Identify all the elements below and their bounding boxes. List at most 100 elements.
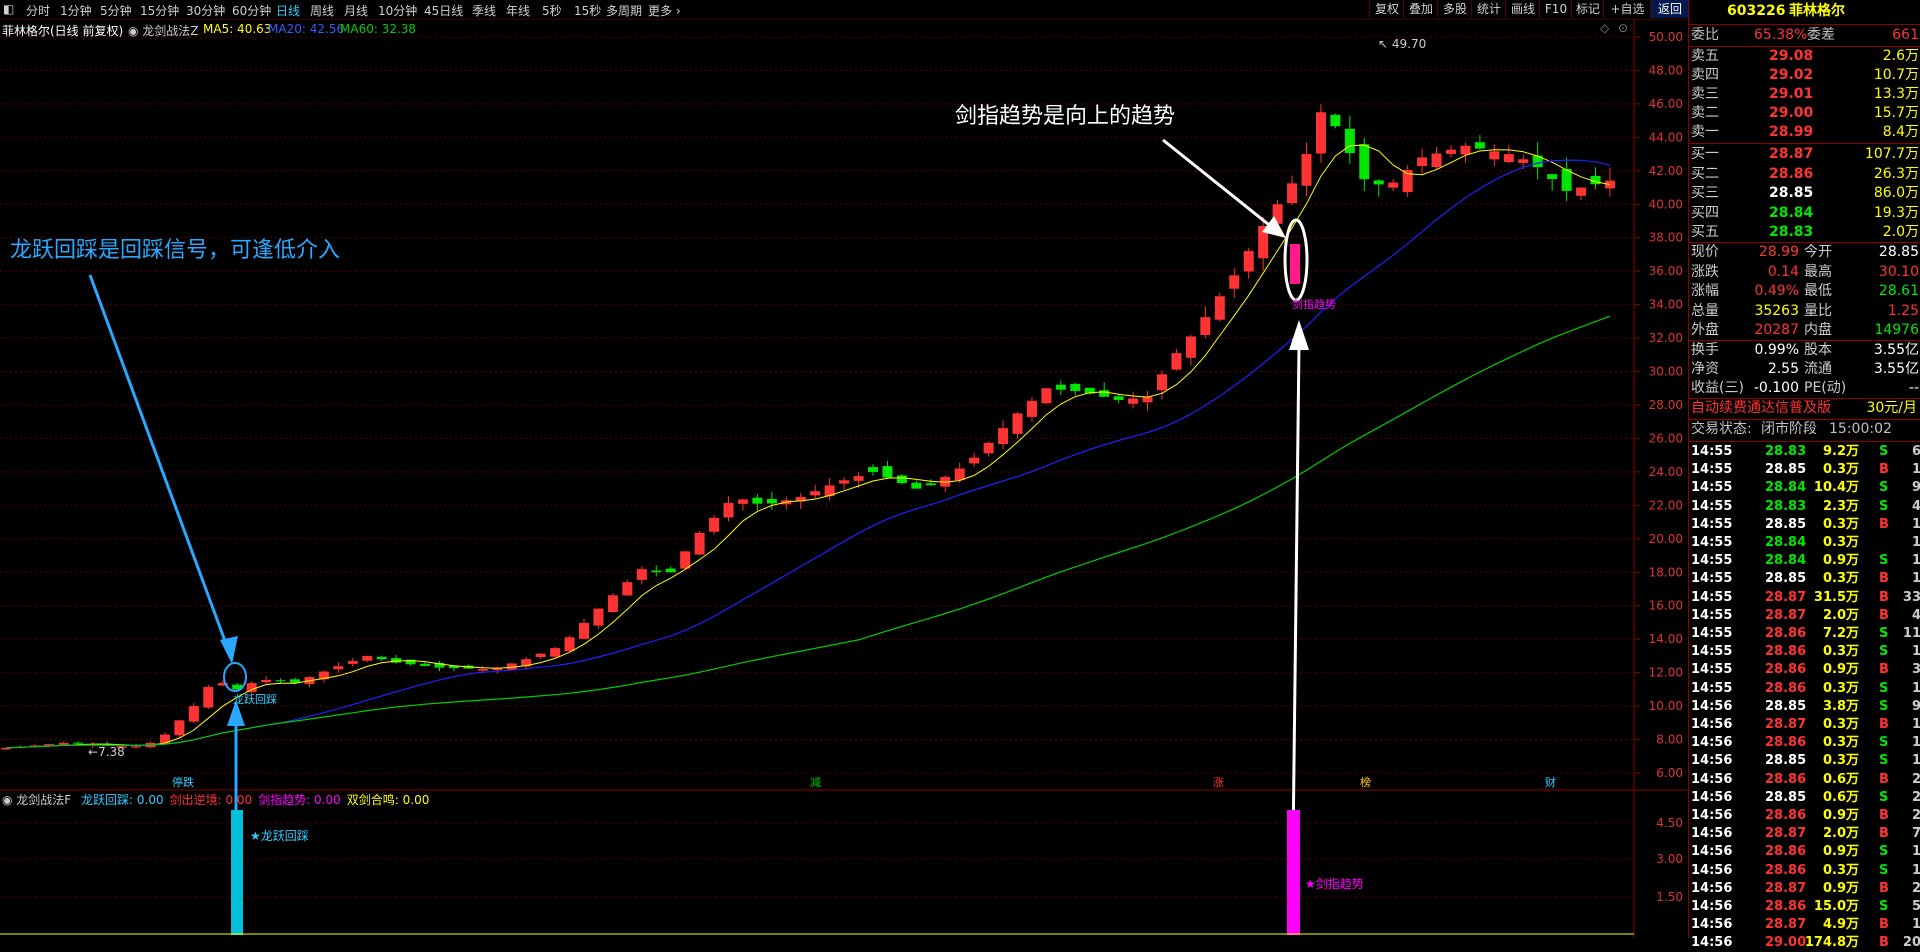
trade-count: 20 (1902, 935, 1920, 951)
trade-row[interactable]: 14:55 28.84 10.4万 S 9 (1689, 479, 1920, 497)
trade-time: 14:55 (1691, 462, 1733, 478)
trade-row[interactable]: 14:56 28.86 0.3万 S 1 (1689, 862, 1920, 880)
y-tick-label: 6.00 (1656, 766, 1683, 780)
trade-row[interactable]: 14:55 28.84 0.3万 1 (1689, 534, 1920, 552)
period-tab-12[interactable]: 年线 (506, 2, 530, 19)
event-marker-1[interactable]: 减 (810, 774, 821, 790)
corner-settings-icon[interactable]: ⊙ (1618, 21, 1628, 35)
trade-side: S (1879, 899, 1889, 914)
candle-body (868, 467, 878, 472)
quote-label: 卖三 (1691, 86, 1719, 102)
trade-side: S (1879, 735, 1889, 751)
period-tab-9[interactable]: 10分钟 (378, 2, 417, 19)
sub-indicator-name[interactable]: 龙剑战法F (16, 793, 71, 807)
trade-side: S (1879, 444, 1889, 459)
trade-time: 14:56 (1691, 735, 1733, 751)
period-tab-11[interactable]: 季线 (472, 2, 496, 19)
stat-label: 量比 (1804, 302, 1832, 319)
event-marker-0[interactable]: 停跌 (172, 774, 194, 790)
trade-row[interactable]: 14:55 28.85 0.3万 B 1 (1689, 461, 1920, 479)
period-tab-4[interactable]: 30分钟 (186, 2, 225, 19)
stat-row-4: 外盘 20287 内盘 14976 (1689, 321, 1920, 340)
trade-time: 14:56 (1691, 899, 1733, 914)
trade-row[interactable]: 14:56 28.87 0.3万 B 1 (1689, 716, 1920, 734)
trade-row[interactable]: 14:56 28.85 0.6万 S 2 (1689, 789, 1920, 807)
toolbar-button-6[interactable]: 标记 (1571, 0, 1604, 18)
trade-row[interactable]: 14:55 28.86 0.3万 S 1 (1689, 680, 1920, 698)
trade-row[interactable]: 14:55 28.85 0.3万 B 1 (1689, 516, 1920, 534)
period-tab-13[interactable]: 5秒 (542, 2, 562, 19)
toolbar-button-8[interactable]: 返回 (1650, 0, 1689, 18)
period-tab-3[interactable]: 15分钟 (140, 2, 179, 19)
trade-volume: 0.9万 (1822, 880, 1859, 896)
trade-row[interactable]: 14:56 29.00 174.8万 B 20 (1689, 934, 1920, 952)
trade-row[interactable]: 14:55 28.87 2.0万 B 4 (1689, 607, 1920, 625)
trade-row[interactable]: 14:55 28.86 0.3万 S 1 (1689, 643, 1920, 661)
toolbar-button-5[interactable]: F10 (1539, 0, 1572, 18)
trade-count: 2 (1911, 771, 1920, 787)
trade-row[interactable]: 14:56 28.85 0.3万 S 1 (1689, 752, 1920, 770)
event-marker-4[interactable]: 财 (1545, 774, 1556, 790)
event-marker-3[interactable]: 榜 (1360, 774, 1371, 790)
chart-title: 菲林格尔(日线 前复权) (2, 24, 124, 38)
corner-diamond-icon[interactable]: ◇ (1600, 21, 1610, 35)
trade-price: 28.87 (1765, 826, 1807, 842)
y-tick-label: 8.00 (1656, 733, 1683, 747)
trade-row[interactable]: 14:55 28.86 7.2万 S 11 (1689, 625, 1920, 643)
toolbar-button-2[interactable]: 多股 (1437, 0, 1472, 18)
event-marker-2[interactable]: 涨 (1213, 774, 1224, 790)
toolbar-button-3[interactable]: 统计 (1471, 0, 1506, 18)
trade-volume: 0.3万 (1822, 516, 1859, 532)
period-tab-2[interactable]: 5分钟 (100, 2, 132, 19)
trade-count: 11 (1902, 626, 1920, 641)
period-tab-10[interactable]: 45日线 (424, 2, 463, 19)
period-tab-14[interactable]: 15秒 (574, 2, 601, 19)
trade-volume: 0.6万 (1822, 771, 1859, 787)
trade-row[interactable]: 14:55 28.87 31.5万 B 33 (1689, 589, 1920, 607)
sub-legend-item-3: 双剑合鸣: 0.00 (346, 793, 430, 807)
trade-count: 1 (1911, 571, 1920, 587)
stat2-row-0: 换手 0.99% 股本 3.55亿 (1689, 341, 1920, 360)
toolbar-button-1[interactable]: 叠加 (1403, 0, 1438, 18)
trade-row[interactable]: 14:55 28.84 0.9万 S 1 (1689, 552, 1920, 570)
period-tab-6[interactable]: 日线 (276, 2, 300, 19)
toolbar-button-4[interactable]: 画线 (1505, 0, 1540, 18)
sub-legend-item-1: 剑出逆境: 0.00 (169, 793, 253, 807)
period-tab-7[interactable]: 周线 (310, 2, 334, 19)
trade-row[interactable]: 14:56 28.86 0.9万 B 2 (1689, 807, 1920, 825)
period-tab-0[interactable]: 分时 (26, 2, 50, 19)
layout-icon[interactable]: ◧ (3, 2, 14, 16)
trade-row[interactable]: 14:56 28.87 4.9万 B 1 (1689, 916, 1920, 934)
trade-volume: 0.9万 (1822, 662, 1859, 678)
candle-body (1518, 159, 1529, 163)
trade-row[interactable]: 14:56 28.86 15.0万 S 5 (1689, 898, 1920, 916)
trade-row[interactable]: 14:55 28.83 9.2万 S 6 (1689, 443, 1920, 461)
trade-row[interactable]: 14:55 28.83 2.3万 S 4 (1689, 498, 1920, 516)
promo-row[interactable]: 自动续费通达信普及版 30元/月 (1689, 399, 1920, 418)
period-tab-16[interactable]: 更多 › (648, 2, 681, 19)
trade-time: 14:56 (1691, 698, 1733, 714)
period-tab-8[interactable]: 月线 (344, 2, 368, 19)
toolbar-button-7[interactable]: +自选 (1603, 0, 1651, 18)
stat-label: 收益(三) (1691, 380, 1744, 396)
candle-body (73, 742, 84, 744)
trade-row[interactable]: 14:56 28.86 0.6万 B 2 (1689, 771, 1920, 789)
trade-row[interactable]: 14:55 28.85 0.3万 B 1 (1689, 570, 1920, 588)
y-tick-label: 30.00 (1649, 365, 1683, 379)
trade-time: 14:56 (1691, 935, 1733, 951)
indicator-name[interactable]: ◉ 龙剑战法Z (128, 22, 199, 39)
toolbar-button-0[interactable]: 复权 (1369, 0, 1404, 18)
period-tab-15[interactable]: 多周期 (606, 2, 642, 19)
trade-row[interactable]: 14:56 28.87 0.9万 B 2 (1689, 880, 1920, 898)
trade-row[interactable]: 14:56 28.87 2.0万 B 7 (1689, 825, 1920, 843)
trade-row[interactable]: 14:56 28.86 0.3万 S 1 (1689, 734, 1920, 752)
period-tab-1[interactable]: 1分钟 (60, 2, 92, 19)
period-tab-5[interactable]: 60分钟 (232, 2, 271, 19)
trade-side: B (1879, 717, 1889, 732)
y-tick-label: 44.00 (1649, 130, 1683, 144)
quote-price: 29.02 (1769, 67, 1814, 83)
trade-row[interactable]: 14:56 28.86 0.9万 S 1 (1689, 843, 1920, 861)
trade-row[interactable]: 14:56 28.85 3.8万 S 9 (1689, 698, 1920, 716)
candle-body (1214, 296, 1225, 320)
trade-row[interactable]: 14:55 28.86 0.9万 B 3 (1689, 661, 1920, 679)
